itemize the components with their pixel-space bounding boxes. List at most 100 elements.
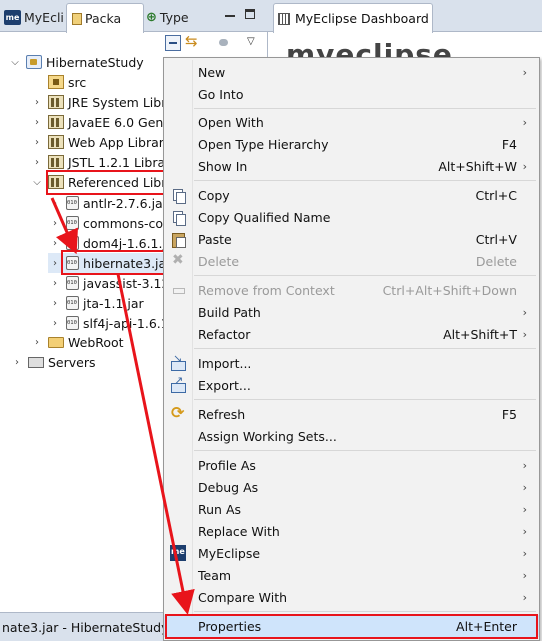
menu-item-open-type-hierarchy[interactable]: Open Type Hierarchy F4 bbox=[164, 133, 539, 155]
menu-item-myeclipse[interactable]: MyEclipse › bbox=[164, 542, 539, 564]
menu-item-label: Go Into bbox=[198, 86, 244, 102]
context-menu: New › Go Into Open With › Open Type Hier… bbox=[163, 57, 540, 641]
menu-item-copy-qualified-name[interactable]: Copy Qualified Name bbox=[164, 206, 539, 228]
menu-item-team[interactable]: Team › bbox=[164, 564, 539, 586]
tree-project-hibernatestudy[interactable]: ⌵ HibernateStudy bbox=[8, 52, 144, 72]
menu-item-go-into[interactable]: Go Into bbox=[164, 83, 539, 105]
tree-jar-item[interactable]: › antlr-2.7.6.jar bbox=[48, 193, 168, 213]
collapsed-chevron-icon[interactable]: › bbox=[48, 198, 62, 209]
tab-label: Type bbox=[159, 10, 189, 25]
menu-item-export[interactable]: Export... bbox=[164, 374, 539, 396]
tree-jar-item[interactable]: › slf4j-api-1.6.1 bbox=[48, 313, 169, 333]
menu-separator bbox=[194, 275, 536, 276]
tree-item-src[interactable]: src bbox=[48, 72, 86, 92]
collapsed-chevron-icon[interactable]: › bbox=[30, 137, 44, 148]
collapsed-chevron-icon[interactable]: › bbox=[30, 97, 44, 108]
myeclipse-logo-icon: me bbox=[4, 10, 21, 25]
tree-item-label: dom4j-1.6.1.j bbox=[83, 235, 166, 251]
submenu-arrow-icon: › bbox=[522, 524, 527, 538]
menu-item-refactor[interactable]: Refactor Alt+Shift+T › bbox=[164, 323, 539, 345]
menu-item-import[interactable]: Import... bbox=[164, 352, 539, 374]
tree-jar-item[interactable]: › jta-1.1.jar bbox=[48, 293, 144, 313]
tree-item-label: javassist-3.12 bbox=[83, 275, 170, 291]
paste-icon bbox=[170, 231, 186, 248]
menu-item-run-as[interactable]: Run As › bbox=[164, 498, 539, 520]
jar-icon bbox=[66, 276, 79, 290]
tree-item-jstl-library[interactable]: › JSTL 1.2.1 Librar bbox=[30, 152, 170, 172]
dashboard-icon bbox=[278, 12, 290, 25]
tab-package-explorer[interactable]: Packa bbox=[66, 3, 144, 33]
collapse-all-icon[interactable] bbox=[165, 35, 181, 51]
tree-jar-item[interactable]: › javassist-3.12 bbox=[48, 273, 169, 293]
tab-myeclipse-dashboard[interactable]: MyEclipse Dashboard bbox=[273, 3, 433, 33]
menu-item-profile-as[interactable]: Profile As › bbox=[164, 454, 539, 476]
menu-separator bbox=[194, 180, 536, 181]
menu-item-copy[interactable]: Copy Ctrl+C bbox=[164, 184, 539, 206]
tree-item-label: src bbox=[68, 74, 87, 90]
menu-item-label: Build Path bbox=[198, 304, 261, 320]
copy-icon bbox=[170, 187, 186, 204]
annotation-box-hibernate-jar bbox=[61, 250, 167, 275]
submenu-arrow-icon: › bbox=[522, 590, 527, 604]
tree-item-webroot[interactable]: › WebRoot bbox=[30, 332, 124, 352]
menu-item-label: Paste bbox=[198, 231, 232, 247]
menu-item-compare-with[interactable]: Compare With › bbox=[164, 586, 539, 608]
minimize-icon[interactable] bbox=[225, 15, 235, 17]
menu-item-refresh[interactable]: Refresh F5 bbox=[164, 403, 539, 425]
delete-icon bbox=[170, 252, 186, 269]
menu-item-build-path[interactable]: Build Path › bbox=[164, 301, 539, 323]
export-icon bbox=[170, 374, 186, 393]
menu-item-new[interactable]: New › bbox=[164, 61, 539, 83]
menu-item-debug-as[interactable]: Debug As › bbox=[164, 476, 539, 498]
collapsed-chevron-icon[interactable]: › bbox=[10, 357, 24, 368]
collapsed-chevron-icon[interactable]: › bbox=[48, 258, 62, 269]
collapsed-chevron-icon[interactable]: › bbox=[48, 298, 62, 309]
menu-item-show-in[interactable]: Show In Alt+Shift+W › bbox=[164, 155, 539, 177]
collapsed-chevron-icon[interactable]: › bbox=[48, 238, 62, 249]
menu-item-open-with[interactable]: Open With › bbox=[164, 111, 539, 133]
menu-item-shortcut: Alt+Shift+T bbox=[443, 326, 517, 342]
tree-jar-item[interactable]: › commons-co bbox=[48, 213, 163, 233]
view-menu-icon[interactable] bbox=[247, 35, 263, 51]
menu-separator bbox=[194, 450, 536, 451]
tree-item-webapp-library[interactable]: › Web App Librar bbox=[30, 132, 164, 152]
tree-item-javaee-library[interactable]: › JavaEE 6.0 Gene bbox=[30, 112, 171, 132]
focus-on-task-icon[interactable] bbox=[216, 35, 232, 51]
collapsed-chevron-icon[interactable]: › bbox=[48, 318, 62, 329]
tree-item-label: HibernateStudy bbox=[46, 54, 144, 70]
menu-item-replace-with[interactable]: Replace With › bbox=[164, 520, 539, 542]
tree-item-label: antlr-2.7.6.jar bbox=[83, 195, 168, 211]
tab-label: MyEclipse Dashboard bbox=[295, 11, 429, 26]
submenu-arrow-icon: › bbox=[522, 546, 527, 560]
submenu-arrow-icon: › bbox=[522, 502, 527, 516]
maximize-icon[interactable] bbox=[245, 9, 255, 19]
menu-item-paste[interactable]: Paste Ctrl+V bbox=[164, 228, 539, 250]
tree-item-servers[interactable]: › Servers bbox=[10, 352, 96, 372]
menu-item-shortcut: Delete bbox=[475, 253, 517, 269]
menu-item-label: Copy bbox=[198, 187, 230, 203]
menu-separator bbox=[194, 108, 536, 109]
menu-item-label: Replace With bbox=[198, 523, 280, 539]
jar-icon bbox=[66, 296, 79, 310]
collapsed-chevron-icon[interactable]: › bbox=[48, 218, 62, 229]
collapsed-chevron-icon[interactable]: › bbox=[30, 117, 44, 128]
package-explorer-icon bbox=[72, 12, 82, 25]
submenu-arrow-icon: › bbox=[522, 159, 527, 173]
collapsed-chevron-icon[interactable]: › bbox=[48, 278, 62, 289]
submenu-arrow-icon: › bbox=[522, 458, 527, 472]
collapsed-chevron-icon[interactable]: › bbox=[30, 157, 44, 168]
expanded-chevron-icon[interactable]: ⌵ bbox=[8, 57, 22, 68]
menu-item-label: Import... bbox=[198, 355, 252, 371]
tab-myeclipse-explorer[interactable]: me MyEcli bbox=[4, 3, 64, 32]
menu-item-label: Run As bbox=[198, 501, 242, 517]
menu-item-assign-working-sets[interactable]: Assign Working Sets... bbox=[164, 425, 539, 447]
collapsed-chevron-icon[interactable]: › bbox=[30, 337, 44, 348]
annotation-box-referenced-libraries bbox=[46, 170, 172, 195]
tab-type-hierarchy[interactable]: ⊕ Type bbox=[146, 3, 206, 32]
source-folder-icon bbox=[48, 75, 64, 89]
link-with-editor-icon[interactable] bbox=[185, 32, 201, 51]
submenu-arrow-icon: › bbox=[522, 568, 527, 582]
expanded-chevron-icon[interactable]: ⌵ bbox=[30, 177, 44, 188]
refresh-icon bbox=[170, 403, 186, 422]
tree-item-jre-library[interactable]: › JRE System Libra bbox=[30, 92, 174, 112]
